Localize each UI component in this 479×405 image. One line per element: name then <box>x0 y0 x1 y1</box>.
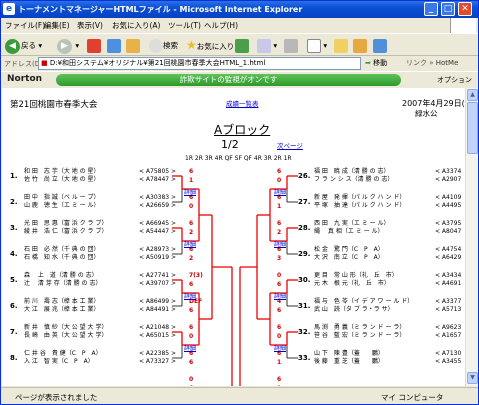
research-icon <box>373 39 387 53</box>
left-set-score: 6 <box>189 307 194 314</box>
home-button[interactable] <box>126 37 140 54</box>
favorites-button[interactable]: ★お気に入り <box>186 37 234 54</box>
right-set-score: 6 <box>277 324 282 331</box>
maximize-button[interactable]: □ <box>441 2 455 16</box>
left-set-score: 1 <box>189 177 194 184</box>
menu-bar: ファイル(F) 編集(E) 表示(V) お気に入り(A) ツール(T) ヘルプ(… <box>1 18 478 33</box>
menu-file[interactable]: ファイル(F) <box>5 20 45 31</box>
scroll-down-arrow[interactable]: ▼ <box>467 372 478 384</box>
menu-favorites[interactable]: お気に入り(A) <box>112 20 160 31</box>
discuss-button[interactable] <box>334 37 348 54</box>
address-bar: アドレス(D) ■ D:¥和田システム¥オリジナル¥第21回桃園市春季大会HTM… <box>1 56 478 71</box>
toolbar: ◀ 戻る ▾ ▶ ▾ 検索 ★お気に入り ▾ ▾ <box>1 33 478 56</box>
left-set-score: 6 <box>189 168 194 175</box>
left-match-detail-link[interactable]: 詳細 <box>184 291 196 300</box>
edit-button[interactable]: ▾ <box>307 37 327 54</box>
right-set-score: 6 <box>277 376 282 383</box>
ie-icon: e <box>3 3 15 15</box>
left-set-score: 7(3) <box>189 272 203 279</box>
close-button[interactable]: ✕ <box>458 2 472 16</box>
page-content: 第21回桃園市春季大会 成績一覧表 2007年4月29日( 緑水公 Aブロック … <box>2 88 465 386</box>
stop-button[interactable] <box>87 37 101 54</box>
address-input[interactable]: ■ D:¥和田システム¥オリジナル¥第21回桃園市春季大会HTML_1.html <box>38 57 361 70</box>
messenger-button[interactable] <box>353 37 367 54</box>
right-set-score: 2 <box>277 229 282 236</box>
menu-view[interactable]: 表示(V) <box>77 20 103 31</box>
right-set-score: 0 <box>277 333 282 340</box>
back-arrow-icon: ◀ <box>5 38 20 54</box>
right-set-score: 6 <box>277 220 282 227</box>
left-set-score: 6 <box>189 281 194 288</box>
status-bar: ページが表示されました マイ コンピュータ <box>1 387 478 404</box>
scroll-up-arrow[interactable]: ▲ <box>467 89 478 101</box>
page-icon: ■ <box>41 59 48 67</box>
menu-help[interactable]: ヘルプ(H) <box>204 20 238 31</box>
history-icon <box>235 39 249 53</box>
refresh-button[interactable] <box>107 37 121 54</box>
menu-tools[interactable]: ツール(T) <box>168 20 201 31</box>
history-button[interactable] <box>235 37 249 54</box>
left-set-score: 6 <box>189 324 194 331</box>
menu-edit[interactable]: 編集(E) <box>44 20 70 31</box>
messenger-icon <box>353 39 367 53</box>
norton-toolbar: Norton 詐欺サイトの監視がオンです オプション <box>1 71 478 87</box>
stop-icon <box>87 39 101 53</box>
right-set-score: 6 <box>277 281 282 288</box>
left-set-score: 2 <box>189 229 194 236</box>
right-match-detail-link[interactable]: 詳細 <box>274 291 286 300</box>
go-arrow-icon: ➡ <box>365 59 371 67</box>
right-set-score: 6 <box>277 168 282 175</box>
norton-options[interactable]: オプション <box>437 75 472 85</box>
research-button[interactable] <box>373 37 387 54</box>
edit-icon <box>307 39 321 53</box>
links-label[interactable]: リンク » HotMe <box>406 58 458 68</box>
scroll-thumb[interactable] <box>467 102 478 154</box>
search-button[interactable]: 検索 <box>149 37 178 54</box>
right-set-score: 3 <box>277 255 282 262</box>
browser-window: e トーナメントマネージャーHTMLファイル - Microsoft Inter… <box>0 0 479 405</box>
left-set-score: 0 <box>189 333 194 340</box>
star-icon: ★ <box>186 38 197 52</box>
refresh-icon <box>107 39 121 53</box>
left-set-score: 0 <box>189 203 194 210</box>
forward-button[interactable]: ▶ ▾ <box>57 37 79 54</box>
status-text: ページが表示されました <box>15 393 98 402</box>
left-set-score: 0 <box>189 376 194 383</box>
right-set-score: 1 <box>277 359 282 366</box>
left-set-score: 6 <box>189 385 193 386</box>
left-match-detail-link[interactable]: 詳細 <box>184 343 196 352</box>
print-icon <box>284 39 298 53</box>
discuss-icon <box>334 39 348 53</box>
window-title: トーナメントマネージャーHTMLファイル - Microsoft Interne… <box>18 5 303 14</box>
vertical-scrollbar[interactable]: ▲ ▼ <box>465 88 478 386</box>
left-set-score: 6 <box>189 220 194 227</box>
left-set-score: 6 <box>189 359 194 366</box>
right-set-score: 6 <box>277 307 282 314</box>
right-match-detail-link[interactable]: 詳細 <box>274 239 286 248</box>
print-button[interactable] <box>284 37 298 54</box>
right-set-score: 2 <box>277 385 281 386</box>
right-set-score: 0 <box>277 177 282 184</box>
search-icon <box>149 39 163 53</box>
mail-button[interactable]: ▾ <box>257 37 277 54</box>
home-icon <box>126 39 140 53</box>
left-match-detail-link[interactable]: 詳細 <box>184 187 196 196</box>
go-button[interactable]: ➡ 移動 <box>365 57 387 70</box>
left-match-detail-link[interactable]: 詳細 <box>184 239 196 248</box>
right-set-score: 1 <box>277 203 282 210</box>
right-match-detail-link[interactable]: 詳細 <box>274 187 286 196</box>
security-zone: マイ コンピュータ <box>381 393 444 402</box>
bracket-lines <box>172 175 298 386</box>
right-set-score: 0 <box>277 272 282 279</box>
mail-icon <box>257 39 271 53</box>
norton-status[interactable]: 詐欺サイトの監視がオンです <box>56 74 401 86</box>
windows-logo <box>450 18 476 33</box>
right-match-detail-link[interactable]: 詳細 <box>274 343 286 352</box>
title-bar: e トーナメントマネージャーHTMLファイル - Microsoft Inter… <box>1 1 478 18</box>
minimize-button[interactable]: _ <box>424 2 438 16</box>
back-button[interactable]: ◀ 戻る ▾ <box>5 37 42 54</box>
forward-arrow-icon: ▶ <box>57 38 72 54</box>
left-set-score: 2 <box>189 255 194 262</box>
norton-logo: Norton <box>7 74 43 84</box>
